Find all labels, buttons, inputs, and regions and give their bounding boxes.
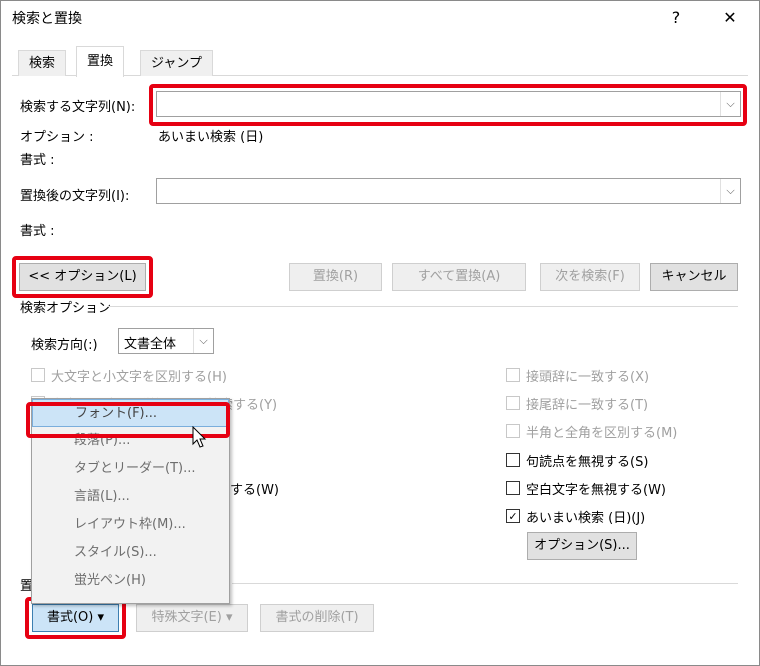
- search-options-heading: 検索オプション: [20, 301, 112, 316]
- bottom-divider: [232, 583, 738, 584]
- chevron-down-icon[interactable]: ⌵: [720, 179, 740, 203]
- options-label: オプション :: [20, 130, 94, 145]
- section-divider: [108, 306, 738, 307]
- format-button[interactable]: 書式(O) ▾: [32, 604, 119, 632]
- replace-all-button[interactable]: すべて置換(A): [392, 263, 526, 291]
- dialog-title: 検索と置換: [12, 11, 82, 27]
- close-icon[interactable]: ✕: [718, 6, 742, 30]
- tab-goto[interactable]: ジャンプ: [140, 50, 213, 76]
- checkbox-box[interactable]: [506, 396, 520, 410]
- find-next-button[interactable]: 次を検索(F): [540, 263, 640, 291]
- less-options-button[interactable]: << オプション(L): [19, 263, 146, 291]
- replace-input[interactable]: ⌵: [156, 178, 741, 204]
- tab-find[interactable]: 検索: [18, 50, 67, 76]
- checkbox-box[interactable]: [31, 368, 45, 382]
- width-sensitive-checkbox[interactable]: 半角と全角を区別する(M): [506, 420, 677, 442]
- checkbox-label: 空白文字を無視する(W): [526, 482, 666, 498]
- direction-value: 文書全体: [124, 337, 177, 352]
- replace-label: 置換後の文字列(I):: [20, 189, 130, 204]
- match-prefix-checkbox[interactable]: 接頭辞に一致する(X): [506, 364, 649, 386]
- fuzzy-options-button[interactable]: オプション(S)...: [527, 532, 637, 560]
- ignore-whitespace-checkbox[interactable]: 空白文字を無視する(W): [506, 477, 666, 499]
- menu-item-highlight[interactable]: 蛍光ペン(H): [32, 567, 229, 595]
- checkbox-label: 半角と全角を区別する(M): [526, 425, 678, 441]
- checkbox-label: あいまい検索 (日)(J): [526, 510, 646, 526]
- chevron-down-icon[interactable]: ⌵: [720, 92, 740, 116]
- tab-replace[interactable]: 置換: [76, 46, 125, 77]
- checkbox-label: する(W): [230, 482, 279, 498]
- find-format-label: 書式 :: [20, 153, 55, 168]
- checkbox-label: 大文字と小文字を区別する(H): [51, 369, 227, 385]
- match-case-checkbox[interactable]: 大文字と小文字を区別する(H): [31, 364, 227, 386]
- menu-item-tabs[interactable]: タブとリーダー(T)...: [32, 455, 229, 483]
- checkbox-box[interactable]: [506, 481, 520, 495]
- checkmark-icon[interactable]: ✓: [506, 509, 520, 523]
- direction-select[interactable]: 文書全体 ⌵: [118, 328, 214, 354]
- match-suffix-checkbox[interactable]: 接尾辞に一致する(T): [506, 392, 648, 414]
- replace-format-label: 書式 :: [20, 224, 55, 239]
- ignore-punctuation-checkbox[interactable]: 句読点を無視する(S): [506, 449, 648, 471]
- replace-button[interactable]: 置換(R): [289, 263, 382, 291]
- mouse-cursor-icon: [192, 426, 207, 448]
- menu-item-frame[interactable]: レイアウト枠(M)...: [32, 511, 229, 539]
- options-value: あいまい検索 (日): [158, 130, 264, 145]
- partial-checkbox-label[interactable]: する(W): [230, 477, 279, 499]
- cancel-button[interactable]: キャンセル: [650, 263, 738, 291]
- checkbox-label: 句読点を無視する(S): [526, 454, 649, 470]
- checkbox-box[interactable]: [506, 368, 520, 382]
- checkbox-label: 接頭辞に一致する(X): [526, 369, 650, 385]
- menu-item-language[interactable]: 言語(L)...: [32, 483, 229, 511]
- checkbox-box[interactable]: [506, 424, 520, 438]
- find-label: 検索する文字列(N):: [20, 100, 136, 115]
- help-icon[interactable]: ?: [664, 6, 688, 30]
- menu-item-style[interactable]: スタイル(S)...: [32, 539, 229, 567]
- direction-label: 検索方向(:): [31, 338, 98, 353]
- find-input[interactable]: ⌵: [156, 91, 741, 117]
- clear-format-button[interactable]: 書式の削除(T): [260, 604, 374, 632]
- fuzzy-search-checkbox[interactable]: ✓ あいまい検索 (日)(J): [506, 505, 645, 527]
- special-button[interactable]: 特殊文字(E) ▾: [136, 604, 248, 632]
- checkbox-label: 接尾辞に一致する(T): [526, 397, 649, 413]
- chevron-down-icon[interactable]: ⌵: [193, 329, 213, 353]
- checkbox-box[interactable]: [506, 453, 520, 467]
